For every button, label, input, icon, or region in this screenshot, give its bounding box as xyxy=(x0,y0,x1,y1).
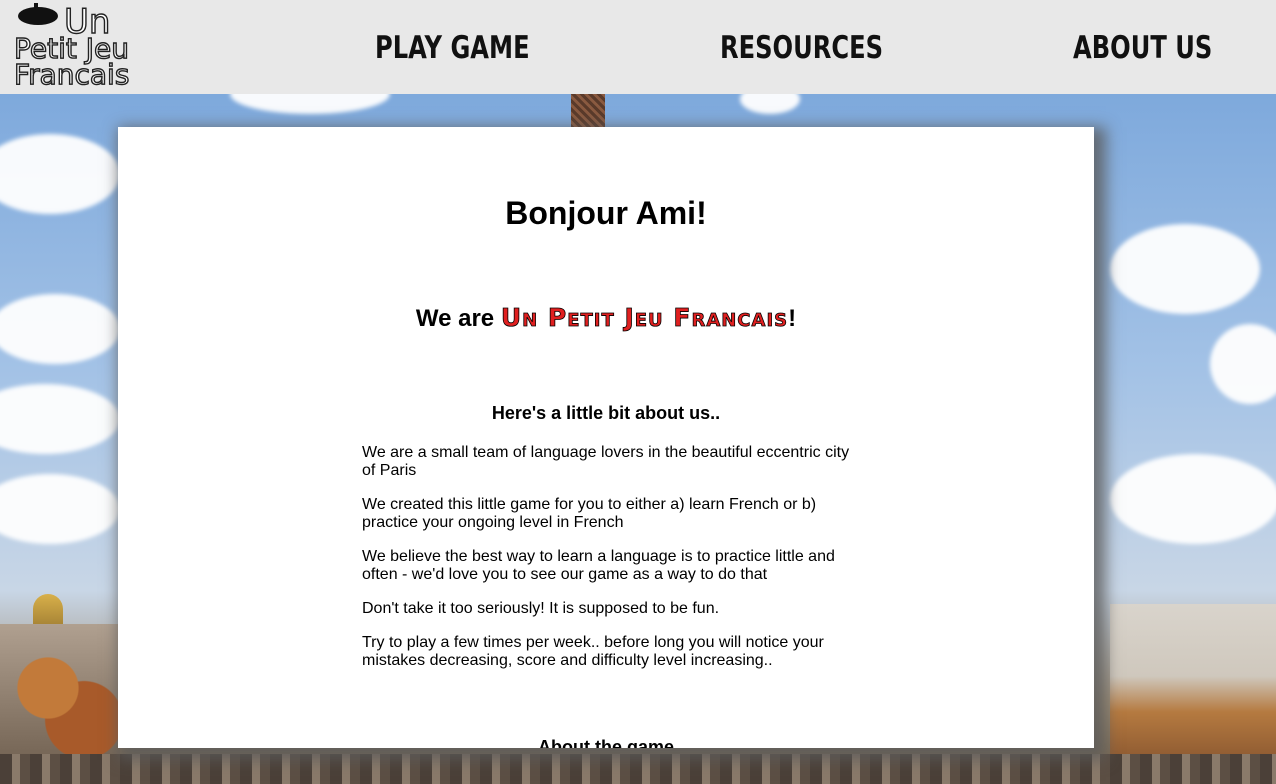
greeting-heading: Bonjour Ami! xyxy=(505,195,707,231)
eiffel-tower-shape xyxy=(571,94,605,128)
about-paragraph: We created this little game for you to e… xyxy=(362,496,817,531)
brand-name: Un Petit Jeu Francais xyxy=(500,303,789,333)
site-logo[interactable]: Un Petit Jeu Francais xyxy=(12,1,152,91)
nav-play-game[interactable]: PLAY GAME xyxy=(375,30,530,66)
about-paragraphs: We are a small team of language lovers i… xyxy=(362,444,862,686)
about-content-card: Bonjour Ami! We are Un Petit Jeu Francai… xyxy=(118,127,1094,748)
about-paragraph: We believe the best way to learn a langu… xyxy=(362,548,835,583)
beret-icon xyxy=(18,3,58,25)
about-game-subheading: About the game xyxy=(537,737,674,748)
header-bar: Un Petit Jeu Francais PLAY GAME RESOURCE… xyxy=(0,0,1276,94)
we-are-prefix: We are xyxy=(415,305,501,332)
about-paragraph: Try to play a few times per week.. befor… xyxy=(362,634,824,669)
about-paragraph: Don't take it too seriously! It is suppo… xyxy=(362,600,720,617)
about-us-subheading: Here's a little bit about us.. xyxy=(491,403,721,423)
we-are-suffix: ! xyxy=(788,305,797,332)
street-strip xyxy=(0,754,1276,784)
logo-text-line3: Francais xyxy=(13,57,130,91)
we-are-heading: We are Un Petit Jeu Francais! xyxy=(118,303,1094,333)
nav-about-us[interactable]: ABOUT US xyxy=(1073,30,1212,66)
nav-resources[interactable]: RESOURCES xyxy=(720,30,883,66)
about-paragraph: We are a small team of language lovers i… xyxy=(362,444,850,479)
